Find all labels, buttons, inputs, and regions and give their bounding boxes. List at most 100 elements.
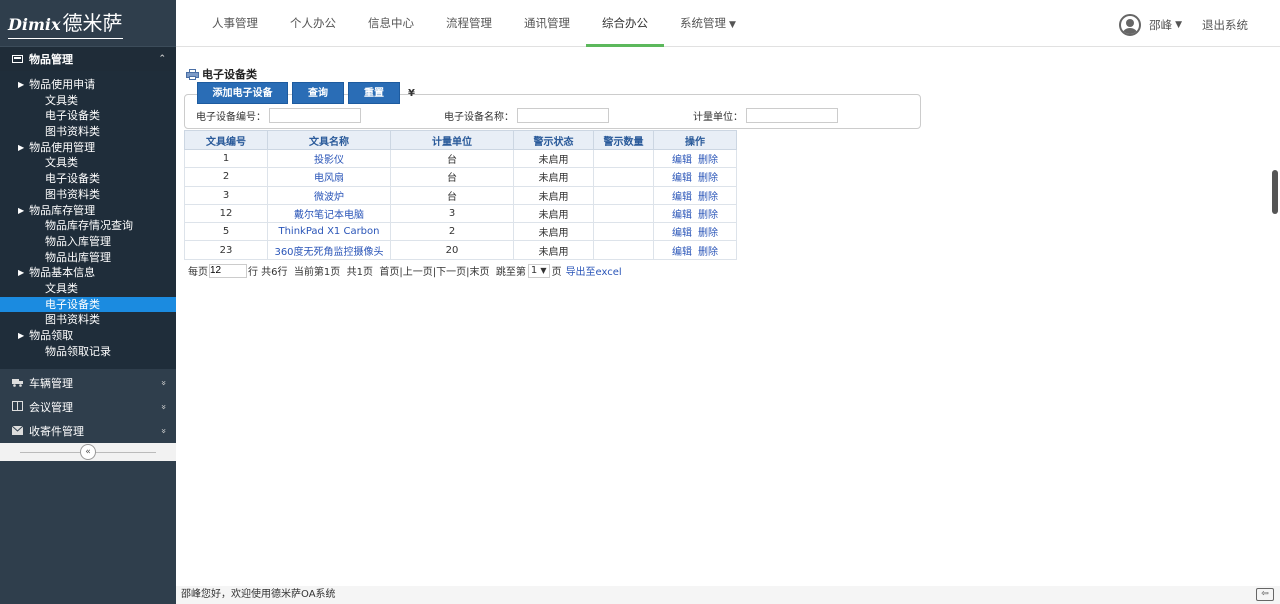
- unit-input[interactable]: [746, 108, 838, 123]
- tree-leaf[interactable]: 图书资料类: [0, 187, 176, 203]
- add-device-button[interactable]: 添加电子设备: [197, 82, 288, 104]
- tree-leaf[interactable]: 物品出库管理: [0, 250, 176, 266]
- nav-item[interactable]: 信息中心: [352, 0, 430, 47]
- cell-name[interactable]: 电风扇: [267, 167, 391, 187]
- reset-button[interactable]: 重置: [348, 82, 400, 104]
- user-name: 邵峰: [1149, 18, 1173, 32]
- tree-leaf[interactable]: 文具类: [0, 155, 176, 171]
- section-columns[interactable]: 会议管理 »: [0, 395, 176, 419]
- nav-item[interactable]: 流程管理: [430, 0, 508, 47]
- tree-group[interactable]: ▶ 物品领取: [0, 328, 176, 344]
- cell-name[interactable]: 微波炉: [267, 185, 391, 205]
- avatar-icon: [1119, 14, 1142, 36]
- edit-link[interactable]: 编辑: [672, 192, 692, 203]
- per-page-input[interactable]: [209, 263, 247, 278]
- tree-leaf[interactable]: 电子设备类: [0, 108, 176, 124]
- scrollbar-thumb[interactable]: [1272, 170, 1278, 214]
- cell-qty: [593, 185, 654, 205]
- logout-link[interactable]: 退出系统: [1202, 17, 1248, 33]
- column-header[interactable]: 计量单位: [390, 130, 514, 150]
- delete-link[interactable]: 删除: [698, 228, 718, 239]
- export-excel-link[interactable]: 导出至excel: [566, 263, 622, 278]
- device-code-input[interactable]: [269, 108, 361, 123]
- top-bar: 人事管理 个人办公 信息中心 流程管理 通讯管理 综合办公 系统管理 ▼ 邵峰 ▼ 退出系统: [176, 0, 1280, 47]
- nav-item[interactable]: 通讯管理: [508, 0, 586, 47]
- edit-link[interactable]: 编辑: [672, 155, 692, 166]
- edit-link[interactable]: 编辑: [672, 210, 692, 221]
- column-header[interactable]: 文具编号: [184, 130, 268, 150]
- columns-icon: [12, 400, 23, 414]
- tree-leaf[interactable]: 图书资料类: [0, 124, 176, 140]
- user-menu[interactable]: 邵峰 ▼: [1119, 14, 1182, 36]
- cell-status: 未启用: [513, 167, 594, 187]
- delete-link[interactable]: 删除: [698, 247, 718, 258]
- section-goods-management[interactable]: 物品管理 ⌃: [0, 47, 176, 71]
- chevron-down-icon: »: [158, 428, 169, 435]
- page-select[interactable]: 1 ▼: [527, 263, 550, 278]
- cell-name[interactable]: ThinkPad X1 Carbon: [267, 222, 391, 242]
- chevron-up-icon[interactable]: ⌃: [158, 54, 166, 64]
- table-row: 23 360度无死角监控摄像头 20 未启用 编辑 删除: [184, 240, 737, 260]
- collapse-sidebar-icon[interactable]: «: [80, 444, 96, 461]
- expand-icon[interactable]: ¥: [408, 88, 415, 99]
- page-title: 电子设备类: [186, 66, 257, 82]
- device-name-input[interactable]: [517, 108, 609, 123]
- cell-unit: 3: [390, 203, 514, 224]
- cell-actions: 编辑 删除: [653, 203, 737, 224]
- section-label: 收寄件管理: [29, 425, 84, 439]
- query-button[interactable]: 查询: [292, 82, 344, 104]
- tree-leaf[interactable]: 物品领取记录: [0, 344, 176, 360]
- back-arrow-icon[interactable]: ⇦: [1256, 588, 1274, 601]
- goods-tree: ▶ 物品使用申请 文具类 电子设备类 图书资料类 ▶ 物品使用管理 文具类 电子设备类 图书资料类…: [0, 71, 176, 370]
- cell-id: 3: [184, 185, 268, 205]
- nav-item[interactable]: 个人办公: [274, 0, 352, 47]
- rows-count: 行 共6行: [248, 267, 288, 278]
- section-truck[interactable]: 车辆管理 »: [0, 371, 176, 395]
- edit-link[interactable]: 编辑: [672, 173, 692, 184]
- column-header[interactable]: 文具名称: [267, 130, 391, 150]
- tree-leaf[interactable]: 电子设备类: [0, 296, 176, 313]
- delete-link[interactable]: 删除: [698, 210, 718, 221]
- nav-item[interactable]: 系统管理 ▼: [664, 0, 752, 47]
- tree-leaf[interactable]: 电子设备类: [0, 171, 176, 187]
- tree-group[interactable]: ▶ 物品库存管理: [0, 203, 176, 219]
- tree-group[interactable]: ▶ 物品使用申请: [0, 77, 176, 93]
- truck-icon: [12, 377, 23, 390]
- page-links[interactable]: 首页|上一页|下一页|末页: [379, 263, 489, 278]
- sidebar: Dimix 德米萨 物品管理 ⌃ ▶ 物品使用申请 文具类 电子设备类 图书资料类 ▶ 物品…: [0, 0, 176, 604]
- cell-name[interactable]: 投影仪: [267, 148, 391, 169]
- page-title-text: 电子设备类: [202, 68, 257, 81]
- cell-unit: 2: [390, 222, 514, 242]
- printer-icon: [186, 68, 199, 80]
- main-content: 电子设备类 添加电子设备 查询 重置 ¥ 电子设备编号： 电子设备名称： 计量单…: [176, 48, 1280, 586]
- tree-leaf[interactable]: 文具类: [0, 93, 176, 109]
- tree-leaf[interactable]: 物品入库管理: [0, 234, 176, 250]
- unit-label: 计量单位：: [693, 112, 743, 123]
- device-table: 文具编号 文具名称 计量单位 警示状态 警示数量 操作 1 投影仪台未启用 编辑 删除 2 电风扇台…: [184, 130, 737, 260]
- cell-name[interactable]: 戴尔笔记本电脑: [267, 203, 391, 224]
- tree-group-label: 物品库存管理: [29, 203, 96, 217]
- cell-name[interactable]: 360度无死角监控摄像头: [267, 240, 391, 260]
- column-header[interactable]: 警示数量: [593, 130, 654, 150]
- column-header[interactable]: 操作: [653, 130, 737, 150]
- nav-item[interactable]: 综合办公: [586, 0, 664, 47]
- edit-link[interactable]: 编辑: [672, 228, 692, 239]
- delete-link[interactable]: 删除: [698, 173, 718, 184]
- column-header[interactable]: 警示状态: [513, 130, 594, 150]
- caret-down-icon: ▼: [729, 20, 736, 30]
- section-envelope[interactable]: 收寄件管理 »: [0, 419, 176, 443]
- tree-group-label: 物品使用申请: [29, 78, 96, 91]
- cell-actions: 编辑 删除: [653, 240, 737, 260]
- tree-leaf[interactable]: 文具类: [0, 281, 176, 297]
- cell-status: 未启用: [513, 203, 594, 224]
- delete-link[interactable]: 删除: [698, 192, 718, 203]
- edit-link[interactable]: 编辑: [672, 247, 692, 258]
- tree-group[interactable]: ▶ 物品基本信息: [0, 265, 176, 281]
- tree-leaf[interactable]: 物品库存情况查询: [0, 218, 176, 234]
- delete-link[interactable]: 删除: [698, 155, 718, 166]
- chevron-down-icon: »: [158, 404, 169, 411]
- tree-group[interactable]: ▶ 物品使用管理: [0, 140, 176, 156]
- jump-label: 跳至第: [495, 267, 526, 278]
- nav-item[interactable]: 人事管理: [196, 0, 274, 47]
- tree-leaf[interactable]: 图书资料类: [0, 312, 176, 328]
